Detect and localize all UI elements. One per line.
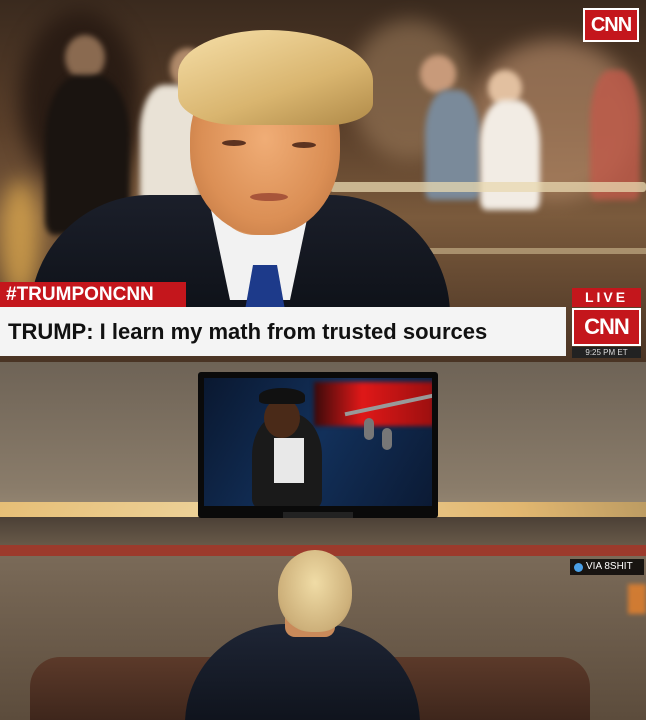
- tv-person-hat: [259, 388, 305, 404]
- tv-person-face: [264, 398, 300, 438]
- broadcast-time: 9:25 PM ET: [572, 347, 641, 358]
- background-person: [590, 70, 640, 200]
- headline-ticker: TRUMP: I learn my math from trusted sour…: [0, 307, 566, 356]
- tv-stand: [283, 512, 353, 518]
- news-broadcast-panel: CNN #TRUMPONCNN TRUMP: I learn my math f…: [0, 0, 646, 362]
- hair: [178, 30, 373, 125]
- background-person: [420, 55, 456, 93]
- credit-text: VIA 8SHIT: [586, 561, 633, 572]
- railing: [330, 182, 646, 192]
- shelf: [0, 517, 646, 547]
- left-eye: [222, 140, 246, 146]
- tv-person-shirt: [274, 438, 304, 483]
- viewer-head: [278, 550, 352, 632]
- lamp-glow: [628, 584, 646, 614]
- meme-image: CNN #TRUMPONCNN TRUMP: I learn my math f…: [0, 0, 646, 720]
- television: [198, 372, 438, 518]
- link-icon: [574, 562, 583, 572]
- hashtag-banner: #TRUMPONCNN: [0, 282, 186, 307]
- cnn-logo: CNN: [583, 8, 639, 42]
- tv-screen: [204, 378, 432, 506]
- room-panel: VIA 8SHIT: [0, 362, 646, 720]
- right-eye: [292, 142, 316, 148]
- background-person: [480, 100, 540, 210]
- mouth: [250, 193, 288, 201]
- live-badge: LIVE: [572, 288, 641, 307]
- microphone: [364, 418, 374, 440]
- cnn-ticker-logo: CNN: [572, 308, 641, 346]
- credit-badge: VIA 8SHIT: [570, 559, 644, 575]
- background-person: [65, 35, 105, 80]
- microphone: [382, 428, 392, 450]
